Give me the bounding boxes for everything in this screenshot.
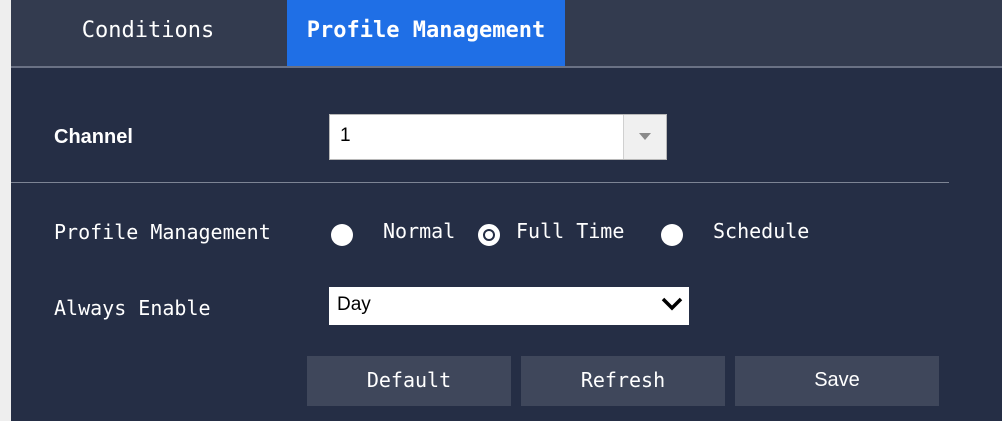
always-enable-select[interactable]: Day: [329, 287, 689, 325]
radio-full-time[interactable]: [478, 224, 500, 246]
channel-dropdown-button[interactable]: [623, 115, 666, 159]
channel-value: 1: [340, 125, 351, 146]
tab-profile-management[interactable]: Profile Management: [287, 0, 565, 66]
profile-management-label: Profile Management: [54, 220, 271, 244]
settings-window: Conditions Profile Management Channel 1 …: [0, 0, 1002, 421]
radio-normal[interactable]: [331, 224, 353, 246]
radio-schedule-label[interactable]: Schedule: [713, 219, 809, 243]
always-enable-value: Day: [337, 294, 371, 315]
radio-normal-label[interactable]: Normal: [383, 219, 455, 243]
triangle-down-icon: [639, 133, 651, 140]
radio-full-time-label[interactable]: Full Time: [516, 219, 624, 243]
left-border: [0, 0, 11, 421]
save-button[interactable]: Save: [735, 356, 939, 406]
default-button[interactable]: Default: [307, 356, 511, 406]
channel-select[interactable]: 1: [329, 114, 667, 160]
section-divider: [11, 182, 949, 183]
channel-label: Channel: [54, 126, 133, 148]
tab-conditions[interactable]: Conditions: [43, 0, 253, 66]
radio-schedule[interactable]: [661, 224, 683, 246]
tab-bar: Conditions Profile Management: [11, 0, 1002, 68]
always-enable-label: Always Enable: [54, 296, 211, 320]
refresh-button[interactable]: Refresh: [521, 356, 725, 406]
settings-panel: Conditions Profile Management Channel 1 …: [11, 0, 1002, 421]
chevron-down-icon: [661, 297, 683, 311]
